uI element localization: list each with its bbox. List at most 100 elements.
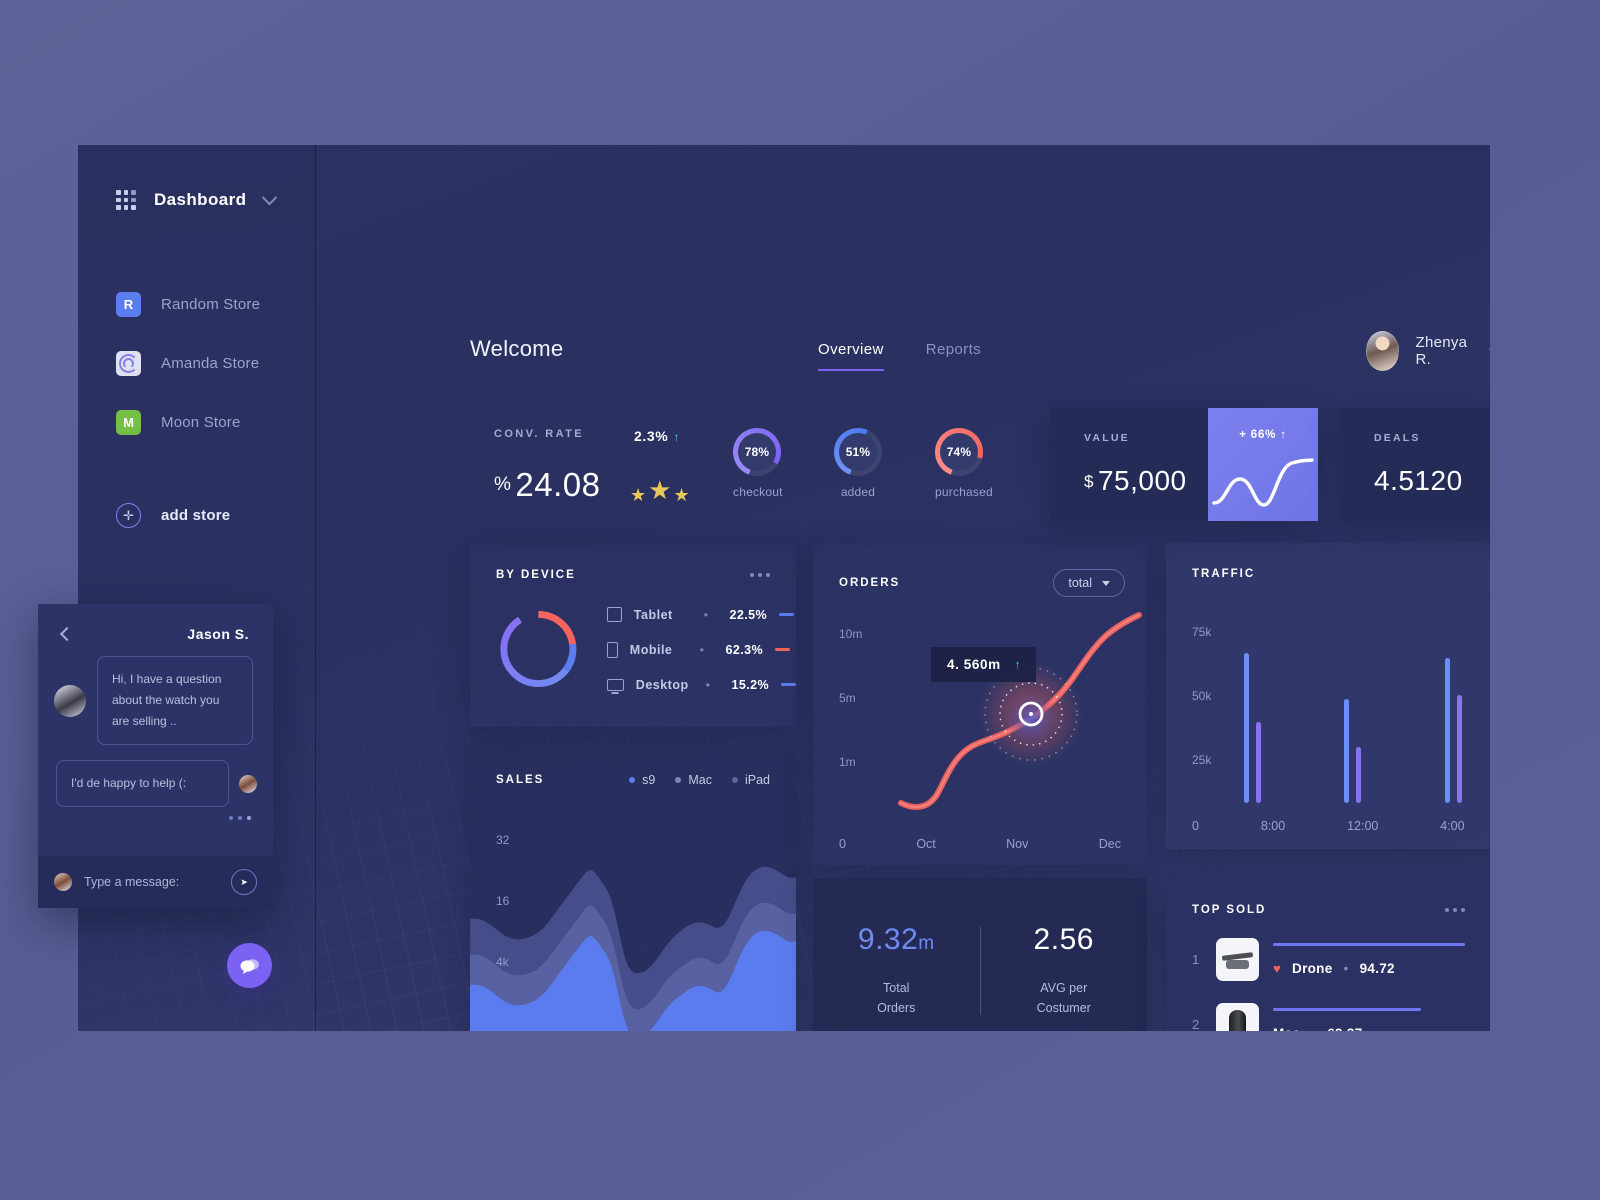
value-amount: 75,000: [1097, 465, 1187, 496]
tab-overview[interactable]: Overview: [818, 341, 884, 371]
value-card[interactable]: VALUE $75,000 + 66% ↑: [1050, 408, 1318, 521]
sales-area-chart: [470, 866, 796, 1031]
heart-icon[interactable]: ♥: [1273, 961, 1281, 976]
legend-label: iPad: [744, 773, 770, 787]
separator-dot: •: [699, 642, 704, 657]
add-store-button[interactable]: ✛ add store: [116, 503, 230, 528]
by-device-title: BY DEVICE: [496, 569, 576, 581]
caption-line: AVG per: [1040, 981, 1088, 996]
item-name: Mac: [1273, 1026, 1300, 1031]
y-tick: 5m: [839, 691, 856, 705]
spiral-icon: [116, 351, 141, 376]
avatar: [1366, 331, 1400, 371]
list-item[interactable]: Mobile • 62.3%: [606, 632, 796, 667]
orders-line-chart: [898, 612, 1142, 810]
orders-card: ORDERS total 4. 560m ↑ 10m 5m 1m 0 Oct N…: [813, 545, 1147, 865]
tablet-icon: [606, 607, 622, 622]
device-pct: 22.5%: [729, 607, 767, 622]
send-icon[interactable]: ➤: [231, 869, 257, 895]
bar-group: [1344, 699, 1362, 803]
separator-dot: •: [703, 607, 708, 622]
traffic-x-axis: 0 8:00 12:00 4:00 8:00 12:00: [1166, 819, 1490, 833]
list-item[interactable]: Tablet • 22.5%: [606, 597, 796, 632]
message-bubble: I'd de happy to help (:: [56, 760, 229, 807]
plus-icon: ✛: [116, 503, 141, 528]
avg-value: 2.56: [981, 923, 1148, 957]
separator-dot: •: [705, 677, 710, 692]
percent-symbol: %: [494, 474, 512, 495]
sidebar-divider: [315, 145, 316, 1031]
more-dots-icon[interactable]: [750, 573, 770, 577]
list-item[interactable]: 2 Mac • 69.37: [1166, 1003, 1490, 1031]
device-legend-list: Tablet • 22.5% Mobile • 62.3% Desktop •: [606, 595, 796, 702]
y-tick: 32: [496, 833, 510, 847]
traffic-bar-chart: [1244, 607, 1490, 803]
sidebar-item-amanda-store[interactable]: Amanda Store: [116, 334, 296, 393]
star-icon: ★: [630, 485, 647, 505]
ring-caption: purchased: [935, 485, 993, 499]
store-label: Amanda Store: [161, 355, 260, 372]
deals-card[interactable]: DEALS 4.5120 -8.21% ↑: [1340, 408, 1490, 521]
by-device-card: BY DEVICE Tablet • 22.5% Mobile • 62.3% …: [470, 545, 796, 727]
sidebar-item-moon-store[interactable]: M Moon Store: [116, 393, 296, 452]
sidebar-dashboard-selector[interactable]: Dashboard: [116, 189, 278, 210]
chat-input-bar[interactable]: Type a message: ➤: [38, 856, 273, 908]
list-item[interactable]: Desktop • 15.2%: [606, 667, 796, 702]
item-body: ♥ Drone • 94.72: [1273, 943, 1465, 976]
conv-rate-label: CONV. RATE: [494, 428, 585, 440]
ring-value: 51%: [845, 445, 871, 459]
x-tick: 0: [839, 837, 846, 851]
sales-title: SALES: [496, 774, 545, 786]
tab-bar: Overview Reports: [818, 341, 981, 371]
ring-purchased: 74% purchased: [935, 428, 993, 499]
device-pct: 62.3%: [725, 642, 763, 657]
top-sold-title: TOP SOLD: [1192, 904, 1267, 916]
legend-item-mac[interactable]: Mac: [675, 773, 712, 787]
sidebar-item-random-store[interactable]: R Random Store: [116, 275, 296, 334]
legend-item-s9[interactable]: s9: [629, 773, 655, 787]
ring-value: 74%: [946, 445, 972, 459]
chat-panel: Jason S. Hi, I have a question about the…: [38, 604, 273, 908]
user-menu[interactable]: Zhenya R.: [1366, 331, 1490, 371]
y-tick: 10m: [839, 627, 863, 641]
back-arrow-icon[interactable]: [59, 626, 75, 642]
conversion-rate-kpi: CONV. RATE % 24.08: [494, 428, 601, 504]
chevron-down-icon: [262, 189, 278, 205]
currency-symbol: $: [1084, 472, 1094, 491]
y-tick: 1m: [839, 755, 856, 769]
y-tick: 50k: [1192, 689, 1212, 703]
desktop-icon: [606, 678, 624, 691]
legend-label: Mac: [688, 773, 712, 787]
chat-fab-button[interactable]: [227, 943, 272, 988]
bar-group: [1444, 658, 1462, 803]
chat-input-placeholder[interactable]: Type a message:: [84, 875, 219, 889]
conv-rate-value: % 24.08: [494, 466, 601, 504]
more-dots-icon[interactable]: [1445, 908, 1465, 912]
avatar: [239, 774, 257, 793]
add-store-label: add store: [161, 507, 231, 524]
deals-card-number: 4.5120: [1374, 465, 1490, 497]
score-bar: [1273, 1008, 1421, 1011]
mac-thumb: [1216, 1003, 1259, 1031]
legend-item-ipad[interactable]: iPad: [731, 773, 770, 787]
value-card-spark: + 66% ↑: [1208, 408, 1318, 521]
deals-card-body: DEALS 4.5120: [1340, 408, 1490, 521]
y-tick: 4k: [496, 955, 509, 969]
ring-value: 78%: [744, 445, 770, 459]
sales-legend: s9 Mac iPad: [629, 773, 770, 787]
y-tick: 25k: [1192, 753, 1212, 767]
progress-rings: 78% checkout 51% added 74% purchased: [733, 428, 993, 499]
traffic-header: TRAFFIC Referral Search: [1166, 543, 1490, 581]
typing-indicator: [38, 807, 273, 820]
legend-label: s9: [642, 773, 656, 787]
y-tick: 75k: [1192, 625, 1212, 639]
value-card-label: VALUE: [1084, 432, 1130, 444]
list-item[interactable]: 1 ♥ Drone • 94.72: [1166, 938, 1490, 981]
donut-progress: 78%: [733, 428, 781, 476]
ring-added: 51% added: [834, 428, 882, 499]
chevron-down-icon: [1489, 342, 1490, 355]
tab-reports[interactable]: Reports: [926, 341, 981, 371]
avatar: [54, 684, 86, 717]
orders-x-axis: 0 Oct Nov Dec: [813, 837, 1147, 851]
sparkline-wave: [1212, 458, 1314, 507]
